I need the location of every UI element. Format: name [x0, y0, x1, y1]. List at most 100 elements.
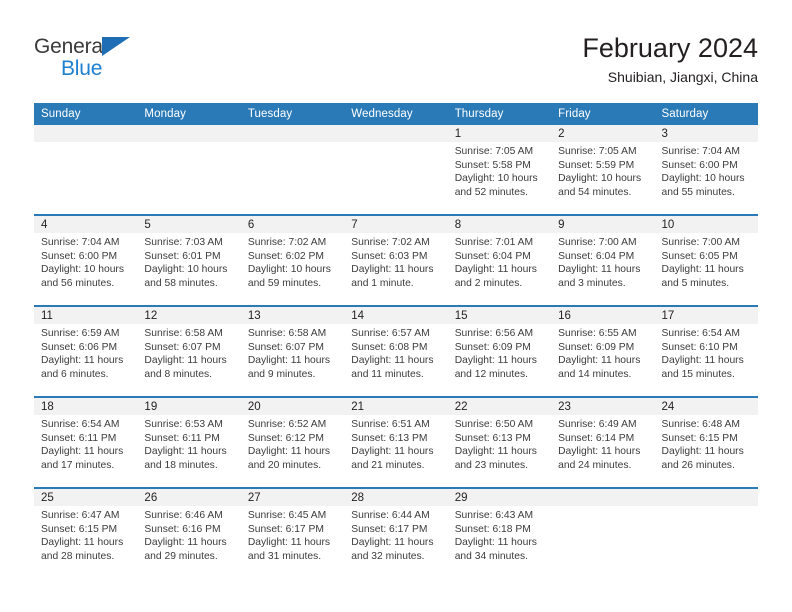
day-sun-info: Sunrise: 6:57 AM Sunset: 6:08 PM Daylight:…: [344, 324, 447, 381]
sun-info-line: Daylight: 10 hours: [558, 173, 642, 185]
day-sun-info: Sunrise: 7:03 AM Sunset: 6:01 PM Daylight:…: [137, 233, 240, 290]
sun-info-line: Sunrise: 6:51 AM: [351, 419, 430, 430]
day-sun-info: Sunrise: 6:44 AM Sunset: 6:17 PM Daylight:…: [344, 506, 447, 563]
day-cell[interactable]: 25 Sunrise: 6:47 AM Sunset: 6:15 PM Dayligh…: [34, 487, 138, 578]
weekday-header-thursday: Thursday: [447, 103, 552, 125]
day-sun-info: Sunrise: 6:52 AM Sunset: 6:12 PM Daylight:…: [241, 415, 344, 472]
day-cell[interactable]: 26 Sunrise: 6:46 AM Sunset: 6:16 PM Dayligh…: [137, 487, 241, 578]
sun-info-line: Daylight: 10 hours: [144, 264, 228, 276]
day-cell[interactable]: 27 Sunrise: 6:45 AM Sunset: 6:17 PM Dayligh…: [240, 487, 345, 578]
day-number: 2: [551, 125, 655, 142]
generalblue-logo: General Blue: [34, 36, 194, 86]
day-sun-info: Sunrise: 6:45 AM Sunset: 6:17 PM Daylight:…: [241, 506, 344, 563]
sun-info-line: Sunrise: 6:50 AM: [454, 419, 534, 430]
day-cell[interactable]: 28 Sunrise: 6:44 AM Sunset: 6:17 PM Dayligh…: [344, 487, 448, 578]
day-cell[interactable]: 29 Sunrise: 6:43 AM Sunset: 6:18 PM Dayligh…: [447, 487, 552, 578]
day-cell-empty: [240, 125, 345, 215]
day-cell[interactable]: 1 Sunrise: 7:05 AM Sunset: 5:58 PM Daylight…: [447, 125, 552, 215]
sun-info-line: Daylight: 11 hours: [247, 537, 331, 549]
day-cell[interactable]: 12 Sunrise: 6:58 AM Sunset: 6:07 PM Dayligh…: [137, 305, 241, 397]
day-cell[interactable]: 18 Sunrise: 6:54 AM Sunset: 6:11 PM Dayligh…: [34, 396, 138, 488]
day-sun-info: Sunrise: 7:02 AM Sunset: 6:03 PM Daylight:…: [344, 233, 447, 290]
day-cell[interactable]: 23 Sunrise: 6:49 AM Sunset: 6:14 PM Dayligh…: [551, 396, 655, 488]
sun-info-line: Sunrise: 6:53 AM: [144, 419, 223, 430]
sun-info-line: and 58 minutes.: [144, 277, 218, 289]
day-cell[interactable]: 13 Sunrise: 6:58 AM Sunset: 6:07 PM Dayligh…: [240, 305, 345, 397]
sun-info-line: Sunset: 6:03 PM: [351, 250, 428, 262]
day-cell[interactable]: 20 Sunrise: 6:52 AM Sunset: 6:12 PM Dayligh…: [240, 396, 345, 488]
sun-info-line: Daylight: 10 hours: [454, 173, 538, 185]
sun-info-line: and 26 minutes.: [661, 459, 735, 471]
sun-info-line: Sunrise: 6:56 AM: [454, 328, 534, 339]
sun-info-line: and 2 minutes.: [454, 277, 523, 289]
week-row: 18 Sunrise: 6:54 AM Sunset: 6:11 PM Dayligh…: [34, 396, 758, 488]
day-cell[interactable]: 6 Sunrise: 7:02 AM Sunset: 6:02 PM Daylight…: [240, 214, 345, 306]
sun-info-line: Sunset: 6:17 PM: [247, 523, 324, 535]
sun-info-line: Sunset: 6:15 PM: [661, 432, 738, 444]
sun-info-line: Daylight: 11 hours: [558, 264, 641, 276]
day-cell[interactable]: 11 Sunrise: 6:59 AM Sunset: 6:06 PM Dayligh…: [34, 305, 138, 397]
day-cell[interactable]: 24 Sunrise: 6:48 AM Sunset: 6:15 PM Dayligh…: [654, 396, 758, 488]
day-cell[interactable]: 22 Sunrise: 6:50 AM Sunset: 6:13 PM Dayligh…: [447, 396, 552, 488]
sun-info-line: Sunrise: 6:45 AM: [247, 510, 327, 521]
day-number: 27: [240, 489, 345, 506]
sun-info-line: and 18 minutes.: [144, 459, 218, 471]
day-number: 17: [654, 307, 758, 324]
day-sun-info: Sunrise: 6:56 AM Sunset: 6:09 PM Daylight:…: [448, 324, 551, 381]
day-cell-empty: [34, 125, 138, 215]
sun-info-line: Sunset: 5:59 PM: [558, 159, 635, 171]
calendar-body: 1 Sunrise: 7:05 AM Sunset: 5:58 PM Daylight…: [34, 125, 758, 578]
day-cell[interactable]: 16 Sunrise: 6:55 AM Sunset: 6:09 PM Dayligh…: [551, 305, 655, 397]
weekday-header-wednesday: Wednesday: [344, 103, 448, 125]
sun-info-line: Daylight: 11 hours: [247, 355, 331, 367]
day-sun-info: Sunrise: 6:51 AM Sunset: 6:13 PM Daylight:…: [344, 415, 447, 472]
day-cell[interactable]: 8 Sunrise: 7:01 AM Sunset: 6:04 PM Daylight…: [447, 214, 552, 306]
day-cell[interactable]: 15 Sunrise: 6:56 AM Sunset: 6:09 PM Dayligh…: [447, 305, 552, 397]
day-cell[interactable]: 19 Sunrise: 6:53 AM Sunset: 6:11 PM Dayligh…: [137, 396, 241, 488]
logo-word-blue: Blue: [61, 57, 103, 80]
day-cell[interactable]: 7 Sunrise: 7:02 AM Sunset: 6:03 PM Daylight…: [344, 214, 448, 306]
sun-info-line: Sunset: 6:07 PM: [247, 341, 324, 353]
day-cell[interactable]: 17 Sunrise: 6:54 AM Sunset: 6:10 PM Dayligh…: [654, 305, 758, 397]
day-cell[interactable]: 9 Sunrise: 7:00 AM Sunset: 6:04 PM Daylight…: [551, 214, 655, 306]
sun-info-line: Daylight: 11 hours: [351, 537, 434, 549]
day-cell[interactable]: 4 Sunrise: 7:04 AM Sunset: 6:00 PM Daylight…: [34, 214, 138, 306]
weekday-header-sunday: Sunday: [34, 103, 138, 125]
day-cell[interactable]: 3 Sunrise: 7:04 AM Sunset: 6:00 PM Daylight…: [654, 125, 758, 215]
day-number: 16: [551, 307, 655, 324]
week-row: 11 Sunrise: 6:59 AM Sunset: 6:06 PM Dayligh…: [34, 305, 758, 397]
sun-info-line: Daylight: 10 hours: [661, 173, 745, 185]
sun-info-line: Sunrise: 6:47 AM: [41, 510, 120, 521]
day-sun-info: Sunrise: 7:02 AM Sunset: 6:02 PM Daylight:…: [241, 233, 344, 290]
sun-info-line: Sunrise: 6:54 AM: [41, 419, 120, 430]
day-number: 18: [34, 398, 138, 415]
sun-info-line: Sunset: 6:09 PM: [558, 341, 635, 353]
sun-info-line: Sunset: 6:01 PM: [144, 250, 221, 262]
day-cell[interactable]: 5 Sunrise: 7:03 AM Sunset: 6:01 PM Daylight…: [137, 214, 241, 306]
day-number: [34, 125, 138, 142]
day-cell[interactable]: 14 Sunrise: 6:57 AM Sunset: 6:08 PM Dayligh…: [344, 305, 448, 397]
sun-info-line: Daylight: 11 hours: [454, 264, 537, 276]
day-number: 14: [344, 307, 448, 324]
sun-info-line: Daylight: 11 hours: [661, 355, 744, 367]
day-number: 23: [551, 398, 655, 415]
page-title: February 2024: [582, 33, 758, 63]
day-cell[interactable]: 2 Sunrise: 7:05 AM Sunset: 5:59 PM Daylight…: [551, 125, 655, 215]
sun-info-line: and 9 minutes.: [247, 368, 316, 380]
day-cell[interactable]: 21 Sunrise: 6:51 AM Sunset: 6:13 PM Dayligh…: [344, 396, 448, 488]
sun-info-line: Sunrise: 6:49 AM: [558, 419, 637, 430]
day-number: 22: [447, 398, 552, 415]
sun-info-line: Sunset: 6:11 PM: [144, 432, 220, 444]
sun-info-line: Sunset: 6:00 PM: [41, 250, 118, 262]
day-sun-info: Sunrise: 6:54 AM Sunset: 6:11 PM Daylight:…: [34, 415, 137, 472]
day-number: 24: [654, 398, 758, 415]
sun-info-line: Sunset: 6:00 PM: [661, 159, 738, 171]
day-number: 25: [34, 489, 138, 506]
sun-info-line: and 32 minutes.: [351, 550, 425, 562]
sun-info-line: Sunset: 6:09 PM: [454, 341, 531, 353]
day-cell[interactable]: 10 Sunrise: 7:00 AM Sunset: 6:05 PM Dayligh…: [654, 214, 758, 306]
sun-info-line: and 6 minutes.: [41, 368, 109, 380]
sun-info-line: Sunset: 6:10 PM: [661, 341, 738, 353]
sun-info-line: Sunset: 6:08 PM: [351, 341, 428, 353]
day-number: 3: [654, 125, 758, 142]
